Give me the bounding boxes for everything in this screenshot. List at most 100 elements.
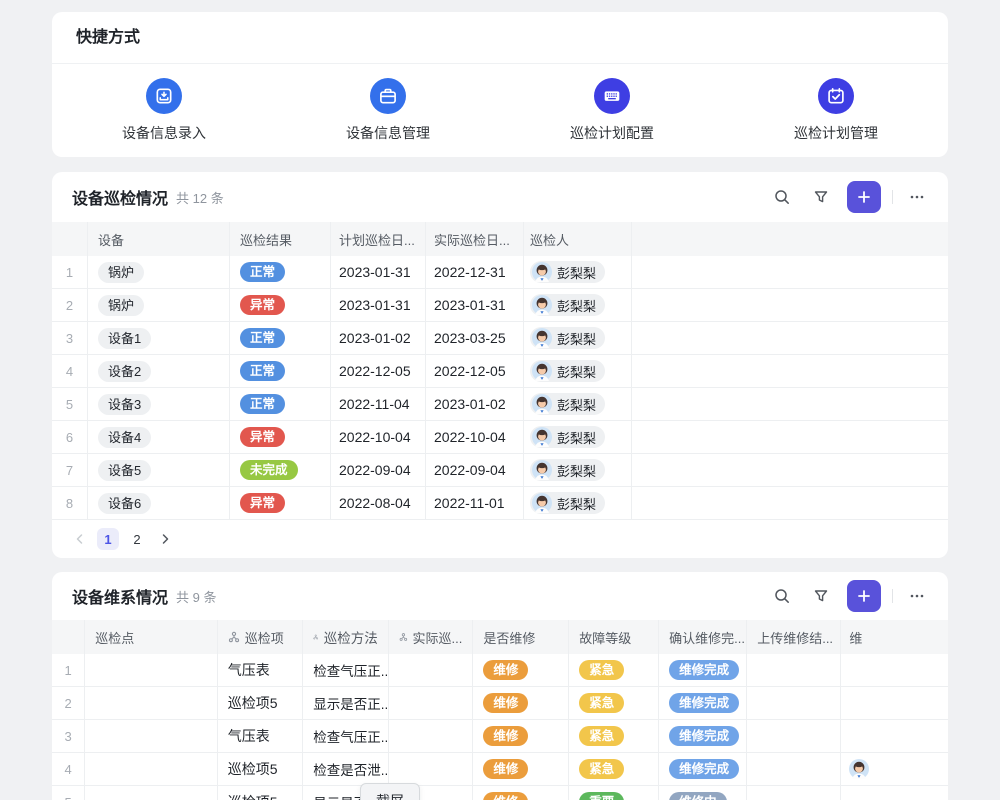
actual-date-cell[interactable]: 2023-01-02 <box>426 388 524 420</box>
actual-date-cell[interactable]: 2022-10-04 <box>426 421 524 453</box>
device-cell[interactable]: 锅炉 <box>88 289 230 321</box>
level-cell[interactable]: 紧急 <box>569 753 659 785</box>
result-cell[interactable]: 异常 <box>230 487 331 519</box>
inspector-cell[interactable]: 彭梨梨 <box>524 421 632 453</box>
page-button-1[interactable]: 1 <box>97 528 119 550</box>
item-cell[interactable]: 巡检项5 <box>218 786 303 800</box>
device-cell[interactable]: 设备4 <box>88 421 230 453</box>
level-cell[interactable]: 紧急 <box>569 720 659 752</box>
planned-date-cell[interactable]: 2022-10-04 <box>331 421 426 453</box>
actual-date-cell[interactable]: 2022-11-01 <box>426 487 524 519</box>
result-cell[interactable]: 异常 <box>230 421 331 453</box>
level-cell[interactable]: 重要 <box>569 786 659 800</box>
actual-date-cell[interactable]: 2022-12-05 <box>426 355 524 387</box>
add-record-button[interactable] <box>847 580 881 612</box>
result-cell[interactable]: 正常 <box>230 388 331 420</box>
method-cell[interactable]: 检查是否泄... <box>303 753 388 785</box>
result-cell[interactable]: 正常 <box>230 355 331 387</box>
device-cell[interactable]: 锅炉 <box>88 256 230 288</box>
actual-date-cell[interactable]: 2023-03-25 <box>426 322 524 354</box>
upload-cell[interactable] <box>747 720 841 752</box>
clipped-cell[interactable] <box>841 654 948 686</box>
device-cell[interactable]: 设备2 <box>88 355 230 387</box>
actual-cell[interactable] <box>389 720 474 752</box>
previous-page-button[interactable] <box>70 529 90 549</box>
level-cell[interactable]: 紧急 <box>569 654 659 686</box>
inspector-cell[interactable]: 彭梨梨 <box>524 322 632 354</box>
shortcut-plan-config[interactable]: 巡检计划配置 <box>500 64 724 156</box>
method-cell[interactable]: 显示是否正... <box>303 687 388 719</box>
point-cell[interactable] <box>85 786 218 800</box>
repair-cell[interactable]: 维修 <box>473 687 569 719</box>
point-cell[interactable] <box>85 654 218 686</box>
device-cell[interactable]: 设备3 <box>88 388 230 420</box>
more-button[interactable] <box>904 184 930 210</box>
item-cell[interactable]: 气压表 <box>218 654 303 686</box>
page-button-2[interactable]: 2 <box>126 528 148 550</box>
confirm-cell[interactable]: 维修完成 <box>659 720 747 752</box>
confirm-cell[interactable]: 维修完成 <box>659 753 747 785</box>
actual-cell[interactable] <box>389 654 474 686</box>
device-cell[interactable]: 设备6 <box>88 487 230 519</box>
shortcut-device-entry[interactable]: 设备信息录入 <box>52 64 276 156</box>
confirm-cell[interactable]: 维修完成 <box>659 687 747 719</box>
search-button[interactable] <box>769 184 795 210</box>
upload-cell[interactable] <box>747 786 841 800</box>
repair-cell[interactable]: 维修 <box>473 786 569 800</box>
planned-date-cell[interactable]: 2023-01-02 <box>331 322 426 354</box>
result-cell[interactable]: 异常 <box>230 289 331 321</box>
clipped-cell[interactable] <box>841 720 948 752</box>
planned-date-cell[interactable]: 2023-01-31 <box>331 256 426 288</box>
repair-cell[interactable]: 维修 <box>473 753 569 785</box>
actual-cell[interactable] <box>389 687 474 719</box>
shortcut-plan-management[interactable]: 巡检计划管理 <box>724 64 948 156</box>
point-cell[interactable] <box>85 720 218 752</box>
point-cell[interactable] <box>85 753 218 785</box>
planned-date-cell[interactable]: 2022-11-04 <box>331 388 426 420</box>
method-cell[interactable]: 检查气压正... <box>303 720 388 752</box>
result-cell[interactable]: 正常 <box>230 322 331 354</box>
point-cell[interactable] <box>85 687 218 719</box>
repair-cell[interactable]: 维修 <box>473 720 569 752</box>
device-cell[interactable]: 设备1 <box>88 322 230 354</box>
planned-date-cell[interactable]: 2023-01-31 <box>331 289 426 321</box>
clipped-cell[interactable] <box>841 687 948 719</box>
search-button[interactable] <box>769 583 795 609</box>
inspector-cell[interactable]: 彭梨梨 <box>524 388 632 420</box>
filter-button[interactable] <box>808 184 834 210</box>
confirm-cell[interactable]: 维修完成 <box>659 654 747 686</box>
confirm-cell[interactable]: 维修中 <box>659 786 747 800</box>
shortcut-device-management[interactable]: 设备信息管理 <box>276 64 500 156</box>
result-cell[interactable]: 正常 <box>230 256 331 288</box>
upload-cell[interactable] <box>747 687 841 719</box>
method-cell[interactable]: 检查气压正... <box>303 654 388 686</box>
planned-date-cell[interactable]: 2022-08-04 <box>331 487 426 519</box>
repair-cell[interactable]: 维修 <box>473 654 569 686</box>
upload-cell[interactable] <box>747 654 841 686</box>
level-cell[interactable]: 紧急 <box>569 687 659 719</box>
result-cell[interactable]: 未完成 <box>230 454 331 486</box>
item-cell[interactable]: 气压表 <box>218 720 303 752</box>
planned-date-cell[interactable]: 2022-09-04 <box>331 454 426 486</box>
inspector-cell[interactable]: 彭梨梨 <box>524 355 632 387</box>
inspector-cell[interactable]: 彭梨梨 <box>524 454 632 486</box>
item-cell[interactable]: 巡检项5 <box>218 687 303 719</box>
item-cell[interactable]: 巡检项5 <box>218 753 303 785</box>
add-record-button[interactable] <box>847 181 881 213</box>
more-button[interactable] <box>904 583 930 609</box>
inspector-cell[interactable]: 彭梨梨 <box>524 289 632 321</box>
actual-date-cell[interactable]: 2022-09-04 <box>426 454 524 486</box>
next-page-button[interactable] <box>155 529 175 549</box>
planned-date-cell[interactable]: 2022-12-05 <box>331 355 426 387</box>
inspector-cell[interactable]: 彭梨梨 <box>524 487 632 519</box>
actual-cell[interactable] <box>389 753 474 785</box>
clipped-cell[interactable] <box>841 753 948 785</box>
actual-date-cell[interactable]: 2023-01-31 <box>426 289 524 321</box>
plus-icon <box>856 588 872 604</box>
actual-date-cell[interactable]: 2022-12-31 <box>426 256 524 288</box>
filter-button[interactable] <box>808 583 834 609</box>
clipped-cell[interactable] <box>841 786 948 800</box>
device-cell[interactable]: 设备5 <box>88 454 230 486</box>
inspector-cell[interactable]: 彭梨梨 <box>524 256 632 288</box>
upload-cell[interactable] <box>747 753 841 785</box>
